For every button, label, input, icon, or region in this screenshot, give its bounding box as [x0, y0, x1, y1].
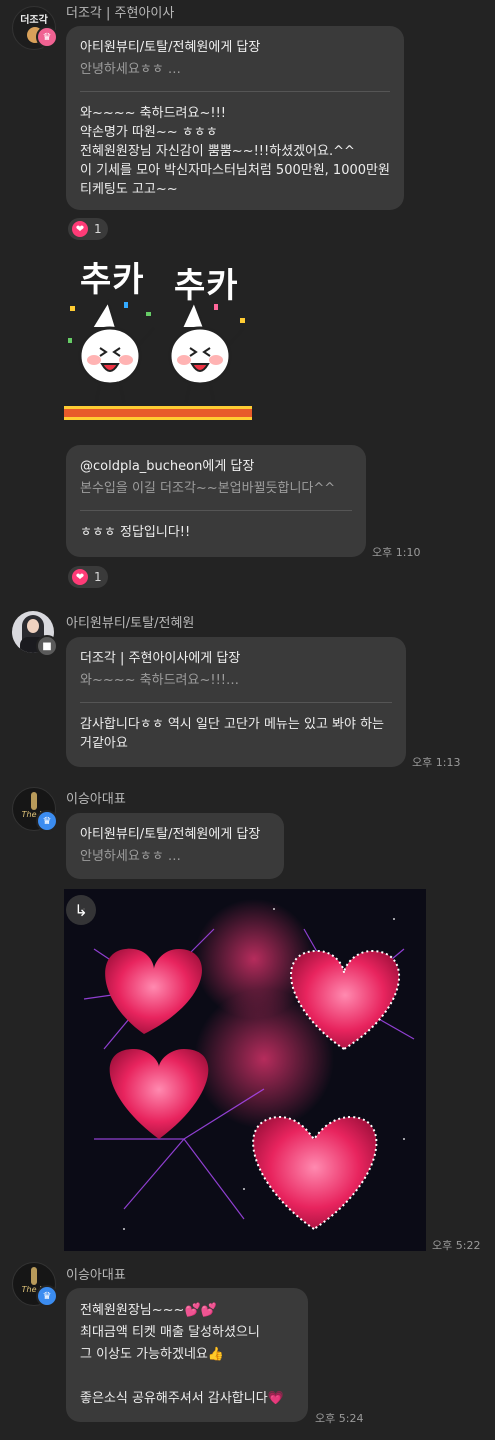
heart-icon: ❤ — [72, 221, 88, 237]
sender-name: 아티원뷰티/토탈/전혜원 — [66, 616, 195, 631]
reply-preview[interactable]: 안녕하세요ㅎㅎ … — [80, 847, 270, 866]
avatar-figure — [31, 1267, 37, 1285]
reaction-count: 1 — [94, 570, 102, 584]
reply-divider — [80, 91, 390, 92]
reaction-count: 1 — [94, 222, 102, 236]
avatar-face — [27, 619, 39, 633]
reply-preview[interactable]: 본수입을 이길 더조각~~본업바뀔듯합니다^^ — [80, 479, 352, 498]
message-bubble[interactable]: 전혜원원장님~~~💕💕 최대금액 티켓 매출 달성하셨으니 그 이상도 가능하겠… — [66, 1288, 308, 1422]
manager-badge-icon: ■ — [36, 635, 58, 657]
share-arrow-icon[interactable]: ↳ — [66, 895, 96, 925]
message-time: 오후 5:22 — [432, 1239, 481, 1252]
reply-target[interactable]: 아티원뷰티/토탈/전혜원에게 답장 — [80, 825, 270, 844]
reply-preview[interactable]: 와~~~~ 축하드려요~!!!… — [80, 671, 392, 690]
sticker-word-left: 추카 — [80, 260, 145, 300]
reaction-chip[interactable]: ❤ 1 — [68, 218, 108, 240]
message-time: 오후 1:10 — [372, 546, 421, 559]
crown-badge-icon: ♛ — [36, 1285, 58, 1307]
reply-preview[interactable]: 안녕하세요ㅎㅎ … — [80, 60, 390, 79]
reply-target[interactable]: @coldpla_bucheon에게 답장 — [80, 457, 352, 476]
fireworks-hearts-image[interactable]: ↳ — [64, 889, 426, 1251]
message-time: 오후 1:13 — [412, 756, 461, 769]
reply-divider — [80, 510, 352, 511]
message-text: 감사합니다ㅎㅎ 역시 일단 고단가 메뉴는 있고 봐야 하는 거같아요 — [80, 717, 385, 751]
reply-target[interactable]: 아티원뷰티/토탈/전혜원에게 답장 — [80, 38, 390, 57]
heart-icon: ❤ — [72, 569, 88, 585]
sender-name: 이승아대표 — [66, 792, 126, 807]
congrats-sticker[interactable]: 추카 추카 — [64, 252, 252, 428]
crown-badge-icon: ♛ — [36, 26, 58, 48]
message-bubble[interactable]: 아티원뷰티/토탈/전혜원에게 답장 안녕하세요ㅎㅎ … — [66, 813, 284, 879]
message-bubble[interactable]: @coldpla_bucheon에게 답장 본수입을 이길 더조각~~본업바뀔듯… — [66, 445, 366, 557]
avatar-logo-text: 더조각 — [20, 15, 48, 26]
message-bubble[interactable]: 아티원뷰티/토탈/전혜원에게 답장 안녕하세요ㅎㅎ … 와~~~~ 축하드려요~… — [66, 26, 404, 210]
message-text: 와~~~~ 축하드려요~!!! 약손명가 따원~~ ㅎㅎㅎ 전혜원원장님 자신감… — [80, 106, 390, 197]
fireworks-image-art — [64, 889, 426, 1251]
sticker-art — [64, 299, 252, 420]
sender-name: 이승아대표 — [66, 1268, 126, 1283]
message-text: 전혜원원장님~~~💕💕 최대금액 티켓 매출 달성하셨으니 그 이상도 가능하겠… — [80, 1303, 284, 1406]
crown-badge-icon: ♛ — [36, 810, 58, 832]
message-bubble[interactable]: 더조각 | 주현아이사에게 답장 와~~~~ 축하드려요~!!!… 감사합니다ㅎ… — [66, 637, 406, 767]
reply-divider — [80, 702, 392, 703]
sender-name: 더조각 | 주현아이사 — [66, 6, 175, 21]
avatar-figure — [31, 792, 37, 810]
message-text: ㅎㅎㅎ 정답입니다!! — [80, 525, 191, 540]
reaction-chip[interactable]: ❤ 1 — [68, 566, 108, 588]
reply-target[interactable]: 더조각 | 주현아이사에게 답장 — [80, 649, 392, 668]
message-time: 오후 5:24 — [315, 1412, 364, 1425]
